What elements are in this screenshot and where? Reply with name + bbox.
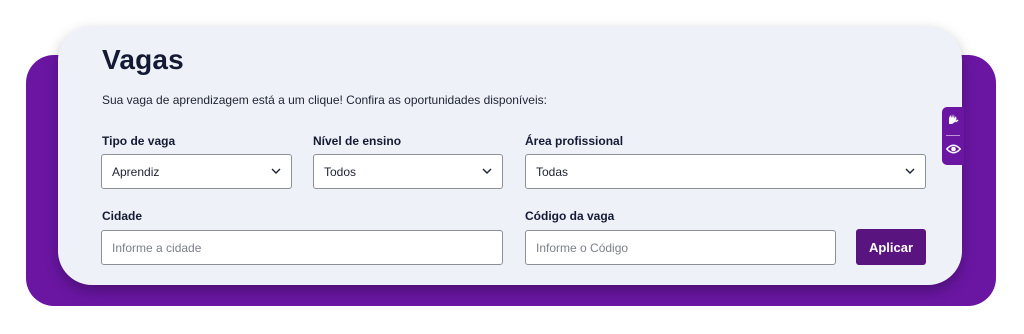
cidade-input[interactable]	[112, 240, 492, 255]
area-profissional-select[interactable]: Todas	[525, 154, 926, 189]
job-search-card: Vagas Sua vaga de aprendizagem está a um…	[58, 26, 962, 285]
sign-language-button[interactable]	[942, 107, 964, 135]
area-profissional-label: Área profissional	[525, 134, 624, 148]
cidade-field-wrapper	[101, 230, 503, 265]
nivel-ensino-label: Nível de ensino	[313, 134, 402, 148]
nivel-ensino-value: Todos	[324, 164, 357, 179]
visual-accessibility-button[interactable]	[942, 136, 964, 164]
page-title: Vagas	[102, 44, 184, 75]
eye-icon	[945, 141, 961, 159]
accessibility-toolbar	[942, 107, 964, 165]
chevron-down-icon	[905, 167, 915, 177]
tipo-vaga-value: Aprendiz	[112, 164, 160, 179]
page-subtitle: Sua vaga de aprendizagem está a um cliqu…	[102, 93, 547, 107]
cidade-label: Cidade	[102, 209, 143, 223]
tipo-vaga-label: Tipo de vaga	[102, 134, 176, 148]
codigo-vaga-input[interactable]	[536, 240, 825, 255]
sign-language-icon	[946, 112, 960, 131]
nivel-ensino-select[interactable]: Todos	[313, 154, 503, 189]
area-profissional-value: Todas	[536, 164, 569, 179]
tipo-vaga-select[interactable]: Aprendiz	[101, 154, 292, 189]
codigo-vaga-field-wrapper	[525, 230, 836, 265]
page-stage: Vagas Sua vaga de aprendizagem está a um…	[0, 0, 1024, 334]
chevron-down-icon	[271, 167, 281, 177]
codigo-vaga-label: Código da vaga	[525, 209, 615, 223]
apply-button[interactable]: Aplicar	[856, 229, 926, 265]
chevron-down-icon	[482, 167, 492, 177]
